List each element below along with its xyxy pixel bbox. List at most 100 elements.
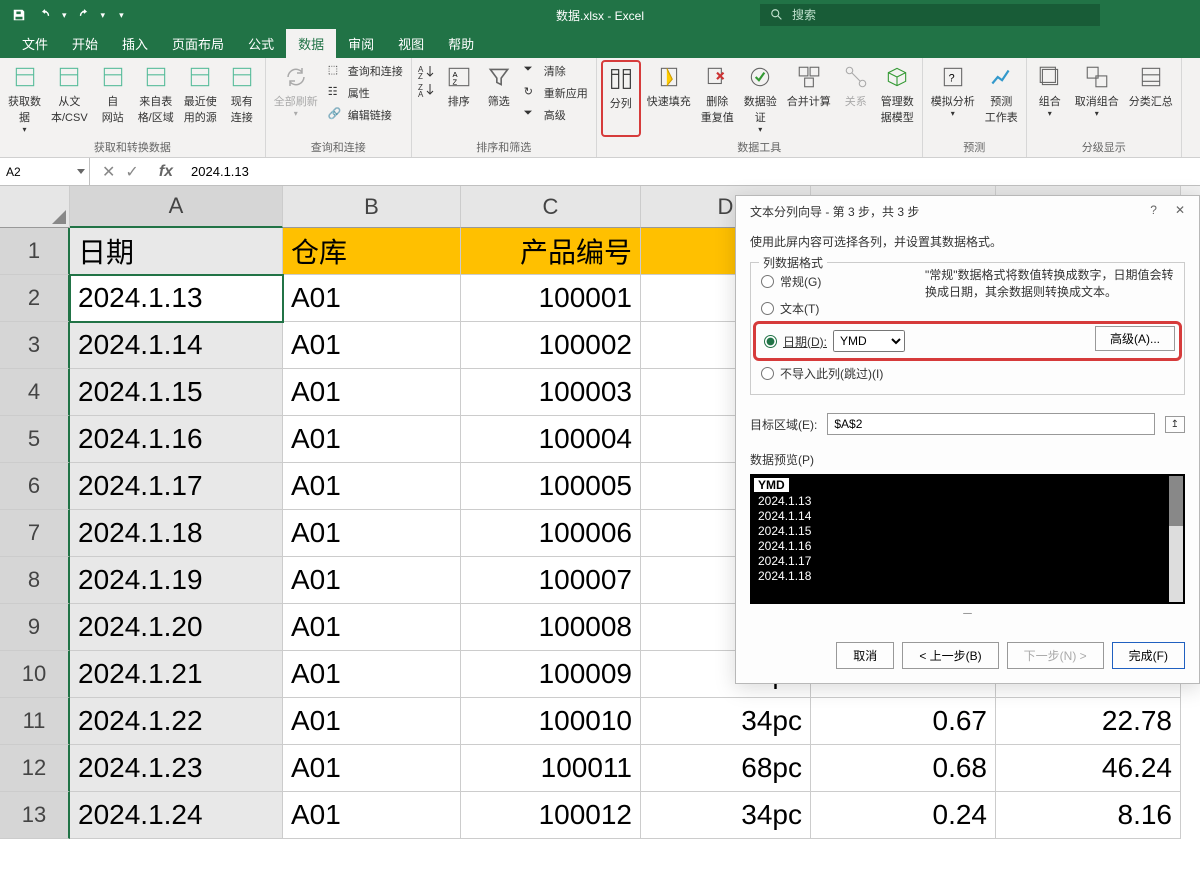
- tab-4[interactable]: 公式: [236, 29, 286, 58]
- row-header-4[interactable]: 4: [0, 369, 70, 416]
- cell[interactable]: 日期: [70, 228, 283, 275]
- cell[interactable]: 100010: [461, 698, 641, 745]
- cell[interactable]: 2024.1.15: [70, 369, 283, 416]
- getdata-btn-3[interactable]: 来自表 格/区域: [134, 60, 178, 137]
- getdata-btn-4[interactable]: 最近使 用的源: [180, 60, 221, 137]
- name-box[interactable]: [0, 158, 90, 185]
- undo-dropdown-icon[interactable]: ▾: [62, 10, 67, 21]
- fx-icon[interactable]: fx: [151, 163, 181, 181]
- cell[interactable]: A01: [283, 792, 461, 839]
- text-to-columns-button[interactable]: 分列: [601, 60, 641, 137]
- cell[interactable]: A01: [283, 745, 461, 792]
- cell[interactable]: A01: [283, 369, 461, 416]
- cell[interactable]: 产品编号: [461, 228, 641, 275]
- cell[interactable]: 2024.1.18: [70, 510, 283, 557]
- cell[interactable]: 46.24: [996, 745, 1181, 792]
- cell[interactable]: 68pc: [641, 745, 811, 792]
- cell[interactable]: A01: [283, 510, 461, 557]
- radio-date[interactable]: 日期(D):: [764, 333, 827, 350]
- dialog-title-bar[interactable]: 文本分列向导 - 第 3 步，共 3 步 ? ✕: [736, 196, 1199, 227]
- getdata-btn-5[interactable]: 现有 连接: [223, 60, 261, 137]
- sort-button[interactable]: AZ排序: [440, 60, 478, 137]
- cell[interactable]: 100001: [461, 275, 641, 322]
- forecast-sheet-button[interactable]: 预测 工作表: [981, 60, 1022, 137]
- cell[interactable]: A01: [283, 604, 461, 651]
- cell[interactable]: 100009: [461, 651, 641, 698]
- flash-fill-button[interactable]: 快速填充: [643, 60, 695, 137]
- relationships-button[interactable]: 关系: [837, 60, 875, 137]
- cell[interactable]: 100003: [461, 369, 641, 416]
- cell[interactable]: 2024.1.17: [70, 463, 283, 510]
- cell[interactable]: A01: [283, 463, 461, 510]
- finish-button[interactable]: 完成(F): [1112, 642, 1185, 669]
- tab-1[interactable]: 开始: [60, 29, 110, 58]
- row-header-12[interactable]: 12: [0, 745, 70, 792]
- save-icon[interactable]: [10, 6, 28, 24]
- cell[interactable]: 2024.1.23: [70, 745, 283, 792]
- cancel-edit-icon[interactable]: ✕: [102, 162, 115, 182]
- getdata-btn-0[interactable]: 获取数 据▾: [4, 60, 45, 137]
- getdata-btn-1[interactable]: 从文 本/CSV: [47, 60, 92, 137]
- cell[interactable]: 100004: [461, 416, 641, 463]
- cell[interactable]: 100006: [461, 510, 641, 557]
- row-header-2[interactable]: 2: [0, 275, 70, 322]
- tab-6[interactable]: 审阅: [336, 29, 386, 58]
- advanced-filter-button[interactable]: ⏷高级: [520, 104, 592, 126]
- cell[interactable]: A01: [283, 322, 461, 369]
- cell[interactable]: 100007: [461, 557, 641, 604]
- consolidate-button[interactable]: 合并计算: [783, 60, 835, 137]
- cell[interactable]: 2024.1.14: [70, 322, 283, 369]
- cancel-button[interactable]: 取消: [836, 642, 894, 669]
- cell[interactable]: 仓库: [283, 228, 461, 275]
- preview-scrollbar[interactable]: [1169, 476, 1183, 602]
- cell[interactable]: 2024.1.13: [70, 275, 283, 322]
- formula-content[interactable]: 2024.1.13: [181, 164, 1200, 179]
- remove-duplicates-button[interactable]: 删除 重复值: [697, 60, 738, 137]
- subtotal-button[interactable]: 分类汇总: [1125, 60, 1177, 137]
- cell[interactable]: 2024.1.22: [70, 698, 283, 745]
- tab-0[interactable]: 文件: [10, 29, 60, 58]
- dialog-close-icon[interactable]: ✕: [1175, 203, 1185, 220]
- cell[interactable]: A01: [283, 416, 461, 463]
- select-all-triangle[interactable]: [0, 186, 70, 228]
- row-header-7[interactable]: 7: [0, 510, 70, 557]
- cell[interactable]: A01: [283, 275, 461, 322]
- cell[interactable]: A01: [283, 651, 461, 698]
- cell[interactable]: 22.78: [996, 698, 1181, 745]
- data-validation-button[interactable]: 数据验 证▾: [740, 60, 781, 137]
- cell[interactable]: 8.16: [996, 792, 1181, 839]
- filter-button[interactable]: 筛选: [480, 60, 518, 137]
- undo-icon[interactable]: [36, 6, 54, 24]
- destination-input[interactable]: [827, 413, 1154, 435]
- redo-dropdown-icon[interactable]: ▾: [101, 10, 106, 21]
- row-header-10[interactable]: 10: [0, 651, 70, 698]
- redo-icon[interactable]: [75, 6, 93, 24]
- radio-text[interactable]: 文本(T): [761, 300, 1174, 317]
- cell[interactable]: 100002: [461, 322, 641, 369]
- cell[interactable]: 100005: [461, 463, 641, 510]
- advanced-button[interactable]: 高级(A)...: [1095, 326, 1175, 351]
- search-input[interactable]: [792, 8, 1090, 22]
- cell[interactable]: A01: [283, 698, 461, 745]
- row-header-13[interactable]: 13: [0, 792, 70, 839]
- row-header-9[interactable]: 9: [0, 604, 70, 651]
- reapply-button[interactable]: ↻重新应用: [520, 82, 592, 104]
- column-header-A[interactable]: A: [70, 186, 283, 228]
- cell[interactable]: 2024.1.21: [70, 651, 283, 698]
- cell[interactable]: 34pc: [641, 792, 811, 839]
- queries-connections-button[interactable]: ⬚查询和连接: [324, 60, 407, 82]
- row-header-8[interactable]: 8: [0, 557, 70, 604]
- confirm-edit-icon[interactable]: ✓: [125, 162, 138, 182]
- name-box-dropdown-icon[interactable]: [77, 169, 85, 174]
- radio-skip[interactable]: 不导入此列(跳过)(I): [761, 365, 1174, 382]
- row-header-5[interactable]: 5: [0, 416, 70, 463]
- cell[interactable]: 100011: [461, 745, 641, 792]
- cell[interactable]: 0.67: [811, 698, 996, 745]
- sort-desc-icon[interactable]: ZA: [418, 82, 436, 98]
- cell[interactable]: 34pc: [641, 698, 811, 745]
- ungroup-button[interactable]: 取消组合▾: [1071, 60, 1123, 137]
- row-header-1[interactable]: 1: [0, 228, 70, 275]
- name-box-input[interactable]: [6, 165, 66, 179]
- properties-button[interactable]: ☷属性: [324, 82, 407, 104]
- row-header-3[interactable]: 3: [0, 322, 70, 369]
